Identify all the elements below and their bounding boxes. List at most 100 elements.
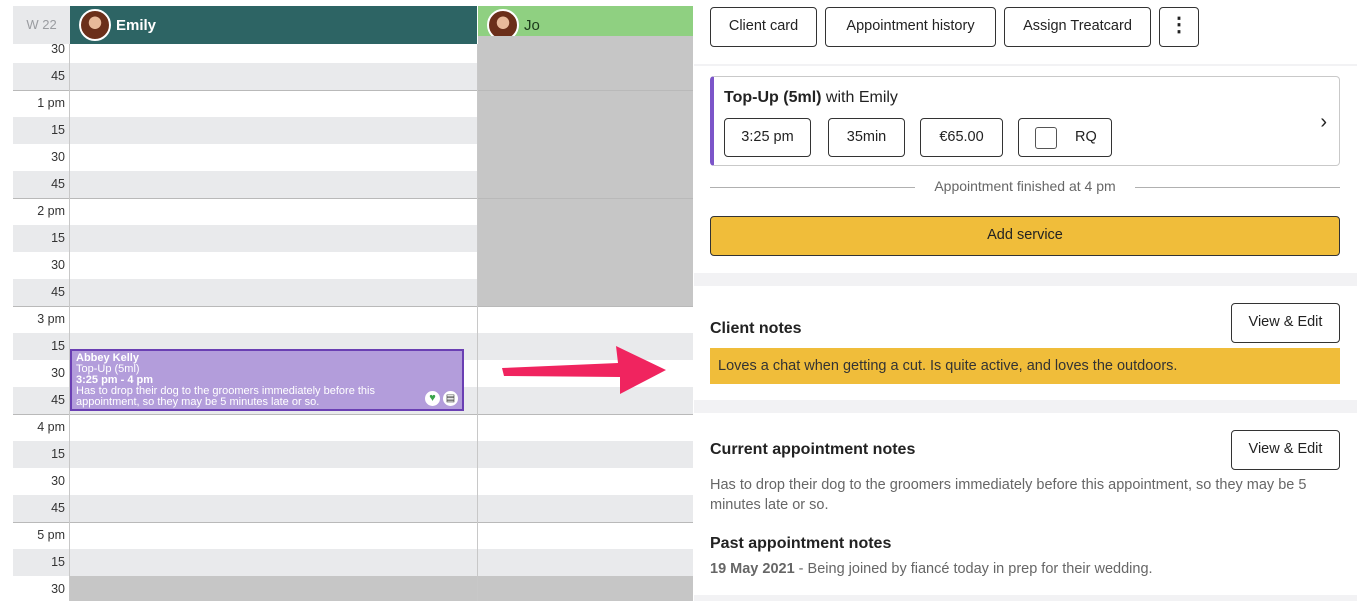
- add-service-button[interactable]: Add service: [710, 216, 1340, 256]
- assign-treatcard-button[interactable]: Assign Treatcard: [1004, 7, 1151, 47]
- checkbox[interactable]: [1035, 127, 1057, 149]
- time-label: 30: [51, 582, 65, 596]
- jo-slot[interactable]: [478, 576, 693, 601]
- time-row: 1 pm: [13, 90, 693, 117]
- emily-slot[interactable]: [70, 144, 477, 171]
- emily-slot[interactable]: [70, 117, 477, 144]
- hour-line: [13, 414, 693, 415]
- client-card-button[interactable]: Client card: [710, 7, 817, 47]
- hour-line: [13, 198, 693, 199]
- time-row: 5 pm: [13, 522, 693, 549]
- emily-slot[interactable]: [70, 279, 477, 306]
- heart-icon: ♥: [425, 391, 440, 406]
- emily-slot[interactable]: [70, 468, 477, 495]
- emily-slot[interactable]: [70, 549, 477, 576]
- time-label: 30: [51, 474, 65, 488]
- time-label: 15: [13, 549, 70, 576]
- time-label: 2 pm: [37, 204, 65, 218]
- time-label: 30: [51, 42, 65, 56]
- current-notes-title: Current appointment notes: [710, 441, 916, 458]
- divider: [69, 44, 70, 601]
- chevron-right-icon[interactable]: ›: [1320, 111, 1327, 134]
- duration-chip[interactable]: 35min: [828, 118, 905, 157]
- time-label: 3 pm: [37, 312, 65, 326]
- appointment-history-button[interactable]: Appointment history: [825, 7, 996, 47]
- rq-toggle[interactable]: RQ: [1018, 118, 1112, 157]
- more-vertical-icon[interactable]: ⋮: [1159, 7, 1199, 47]
- time-row: 15: [13, 441, 693, 468]
- price-chip[interactable]: €65.00: [920, 118, 1003, 157]
- service-card[interactable]: Top-Up (5ml) with Emily 3:25 pm 35min €6…: [710, 76, 1340, 166]
- emily-slot[interactable]: [70, 306, 477, 333]
- time-row: 15: [13, 117, 693, 144]
- time-label: 45: [13, 387, 70, 414]
- jo-slot[interactable]: [478, 252, 693, 279]
- jo-slot[interactable]: [478, 441, 693, 468]
- jo-slot[interactable]: [478, 225, 693, 252]
- jo-slot[interactable]: [478, 198, 693, 225]
- client-notes-edit-button[interactable]: View & Edit: [1231, 303, 1340, 343]
- time-row: 45: [13, 495, 693, 522]
- current-notes-text: Has to drop their dog to the groomers im…: [710, 477, 1307, 513]
- time-label: 5 pm: [37, 528, 65, 542]
- time-row: 30: [13, 576, 693, 601]
- jo-slot[interactable]: [478, 279, 693, 306]
- time-row: 2 pm: [13, 198, 693, 225]
- rq-label: RQ: [1075, 129, 1097, 145]
- time-label: 45: [13, 279, 70, 306]
- jo-slot[interactable]: [478, 171, 693, 198]
- jo-slot[interactable]: [478, 306, 693, 333]
- time-row: 30: [13, 468, 693, 495]
- time-row: 3 pm: [13, 306, 693, 333]
- jo-slot[interactable]: [478, 36, 693, 63]
- emily-slot[interactable]: [70, 414, 477, 441]
- toolbar: Client card Appointment history Assign T…: [694, 0, 1357, 64]
- emily-slot[interactable]: [70, 36, 477, 63]
- appointment-note: Has to drop their dog to the groomers im…: [76, 385, 375, 408]
- jo-slot[interactable]: [478, 144, 693, 171]
- emily-slot[interactable]: [70, 495, 477, 522]
- jo-slot[interactable]: [478, 90, 693, 117]
- emily-slot[interactable]: [70, 171, 477, 198]
- time-label: 45: [13, 63, 70, 90]
- emily-slot[interactable]: [70, 252, 477, 279]
- emily-slot[interactable]: [70, 198, 477, 225]
- hour-line: [13, 306, 693, 307]
- time-label: 15: [13, 117, 70, 144]
- jo-slot[interactable]: [478, 414, 693, 441]
- emily-slot[interactable]: [70, 225, 477, 252]
- time-label: 30: [51, 150, 65, 164]
- past-note-item: 19 May 2021 - Being joined by fiancé tod…: [710, 559, 1340, 579]
- service-title: Top-Up (5ml) with Emily: [724, 89, 898, 107]
- service-staff: with Emily: [825, 89, 898, 106]
- time-row: 45: [13, 63, 693, 90]
- jo-slot[interactable]: [478, 549, 693, 576]
- staff-name: Emily: [116, 17, 157, 34]
- past-note-text: - Being joined by fiancé today in prep f…: [794, 561, 1153, 577]
- time-chip[interactable]: 3:25 pm: [724, 118, 811, 157]
- time-row: 45: [13, 171, 693, 198]
- client-notes-text: Loves a chat when getting a cut. Is quit…: [710, 348, 1340, 384]
- appointment-block[interactable]: Abbey Kelly Top-Up (5ml) 3:25 pm - 4 pm …: [70, 349, 464, 411]
- emily-slot[interactable]: [70, 63, 477, 90]
- time-row: 45: [13, 279, 693, 306]
- current-notes-edit-button[interactable]: View & Edit: [1231, 430, 1340, 470]
- emily-slot[interactable]: [70, 576, 477, 601]
- time-label: 15: [13, 441, 70, 468]
- service-name: Top-Up (5ml): [724, 89, 822, 106]
- jo-slot[interactable]: [478, 63, 693, 90]
- jo-slot[interactable]: [478, 468, 693, 495]
- jo-slot[interactable]: [478, 522, 693, 549]
- emily-slot[interactable]: [70, 522, 477, 549]
- time-label: 45: [13, 495, 70, 522]
- staff-name: Jo: [524, 17, 540, 34]
- arrow-annotation: [502, 346, 666, 394]
- time-row: 30: [13, 36, 693, 63]
- emily-slot[interactable]: [70, 90, 477, 117]
- emily-slot[interactable]: [70, 441, 477, 468]
- jo-slot[interactable]: [478, 495, 693, 522]
- jo-slot[interactable]: [478, 117, 693, 144]
- finished-divider: Appointment finished at 4 pm: [710, 178, 1340, 198]
- time-label: 15: [13, 225, 70, 252]
- divider: [477, 44, 478, 601]
